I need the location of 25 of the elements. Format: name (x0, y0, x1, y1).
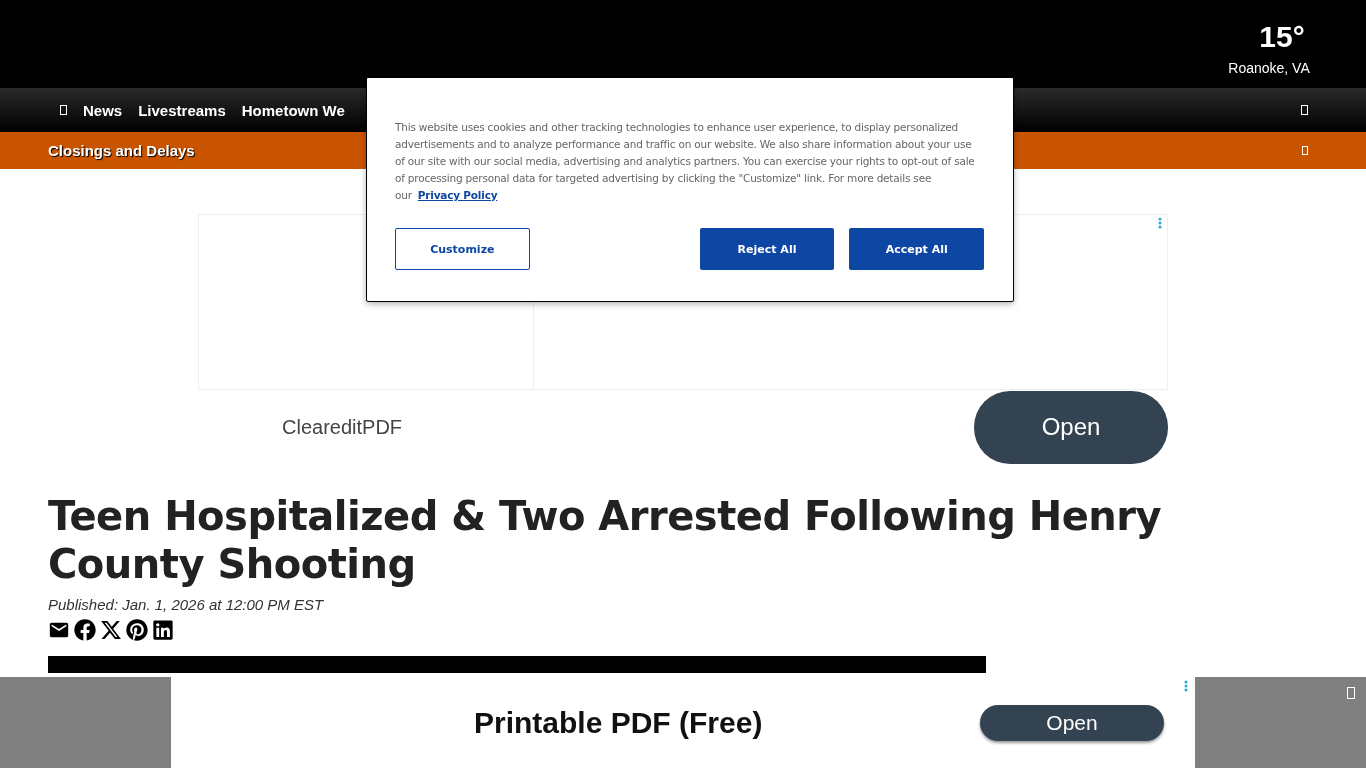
open-button[interactable]: Open (980, 704, 1164, 741)
advertiser-name: CleareditPDF (282, 415, 403, 439)
facebook-icon[interactable] (74, 619, 96, 641)
missing-glyph-icon[interactable] (1301, 105, 1308, 115)
nav-link[interactable]: News (83, 101, 123, 119)
temperature: 15° (1258, 20, 1305, 54)
alert-link[interactable]: Closings and Delays (48, 142, 195, 159)
ad-headline: Printable PDF (Free) (474, 705, 763, 740)
pinterest-icon[interactable] (126, 619, 148, 641)
ad-menu-icon[interactable] (1184, 680, 1188, 692)
missing-glyph-icon[interactable] (60, 105, 67, 115)
location: Roanoke, VA (1228, 60, 1310, 76)
cookie-button[interactable]: Reject All (699, 228, 835, 270)
article-title: Teen Hospitalized & Two Arrested Following Henry County Shooting (48, 492, 1163, 588)
cookie-notice: This website uses cookies and other tracking technologies to enhance user experience, to display personalized advertisements and to analyze performance and traffic on our website. We also share information about your use of our site with our social media, advertising and analytics partners. You can exercise your rights to opt-out of sale of processing personal data for targeted advertising by clicking the "Customize" link. For more details see our Privacy Policy (395, 120, 976, 203)
cookie-button[interactable]: Customize (395, 228, 530, 270)
open-button[interactable]: Open (974, 390, 1168, 464)
nav-link[interactable]: Livestreams (138, 101, 226, 119)
privacy-policy-link[interactable]: Privacy Policy (417, 189, 498, 201)
cookie-button[interactable]: Accept All (849, 228, 984, 270)
published-date: Published: Jan. 1, 2026 at 12:00 PM EST (48, 596, 325, 613)
x-icon[interactable] (100, 619, 122, 641)
nav-link[interactable]: Hometown We (241, 101, 345, 119)
linkedin-icon[interactable] (152, 619, 174, 641)
ad-menu-icon[interactable] (1158, 217, 1162, 229)
